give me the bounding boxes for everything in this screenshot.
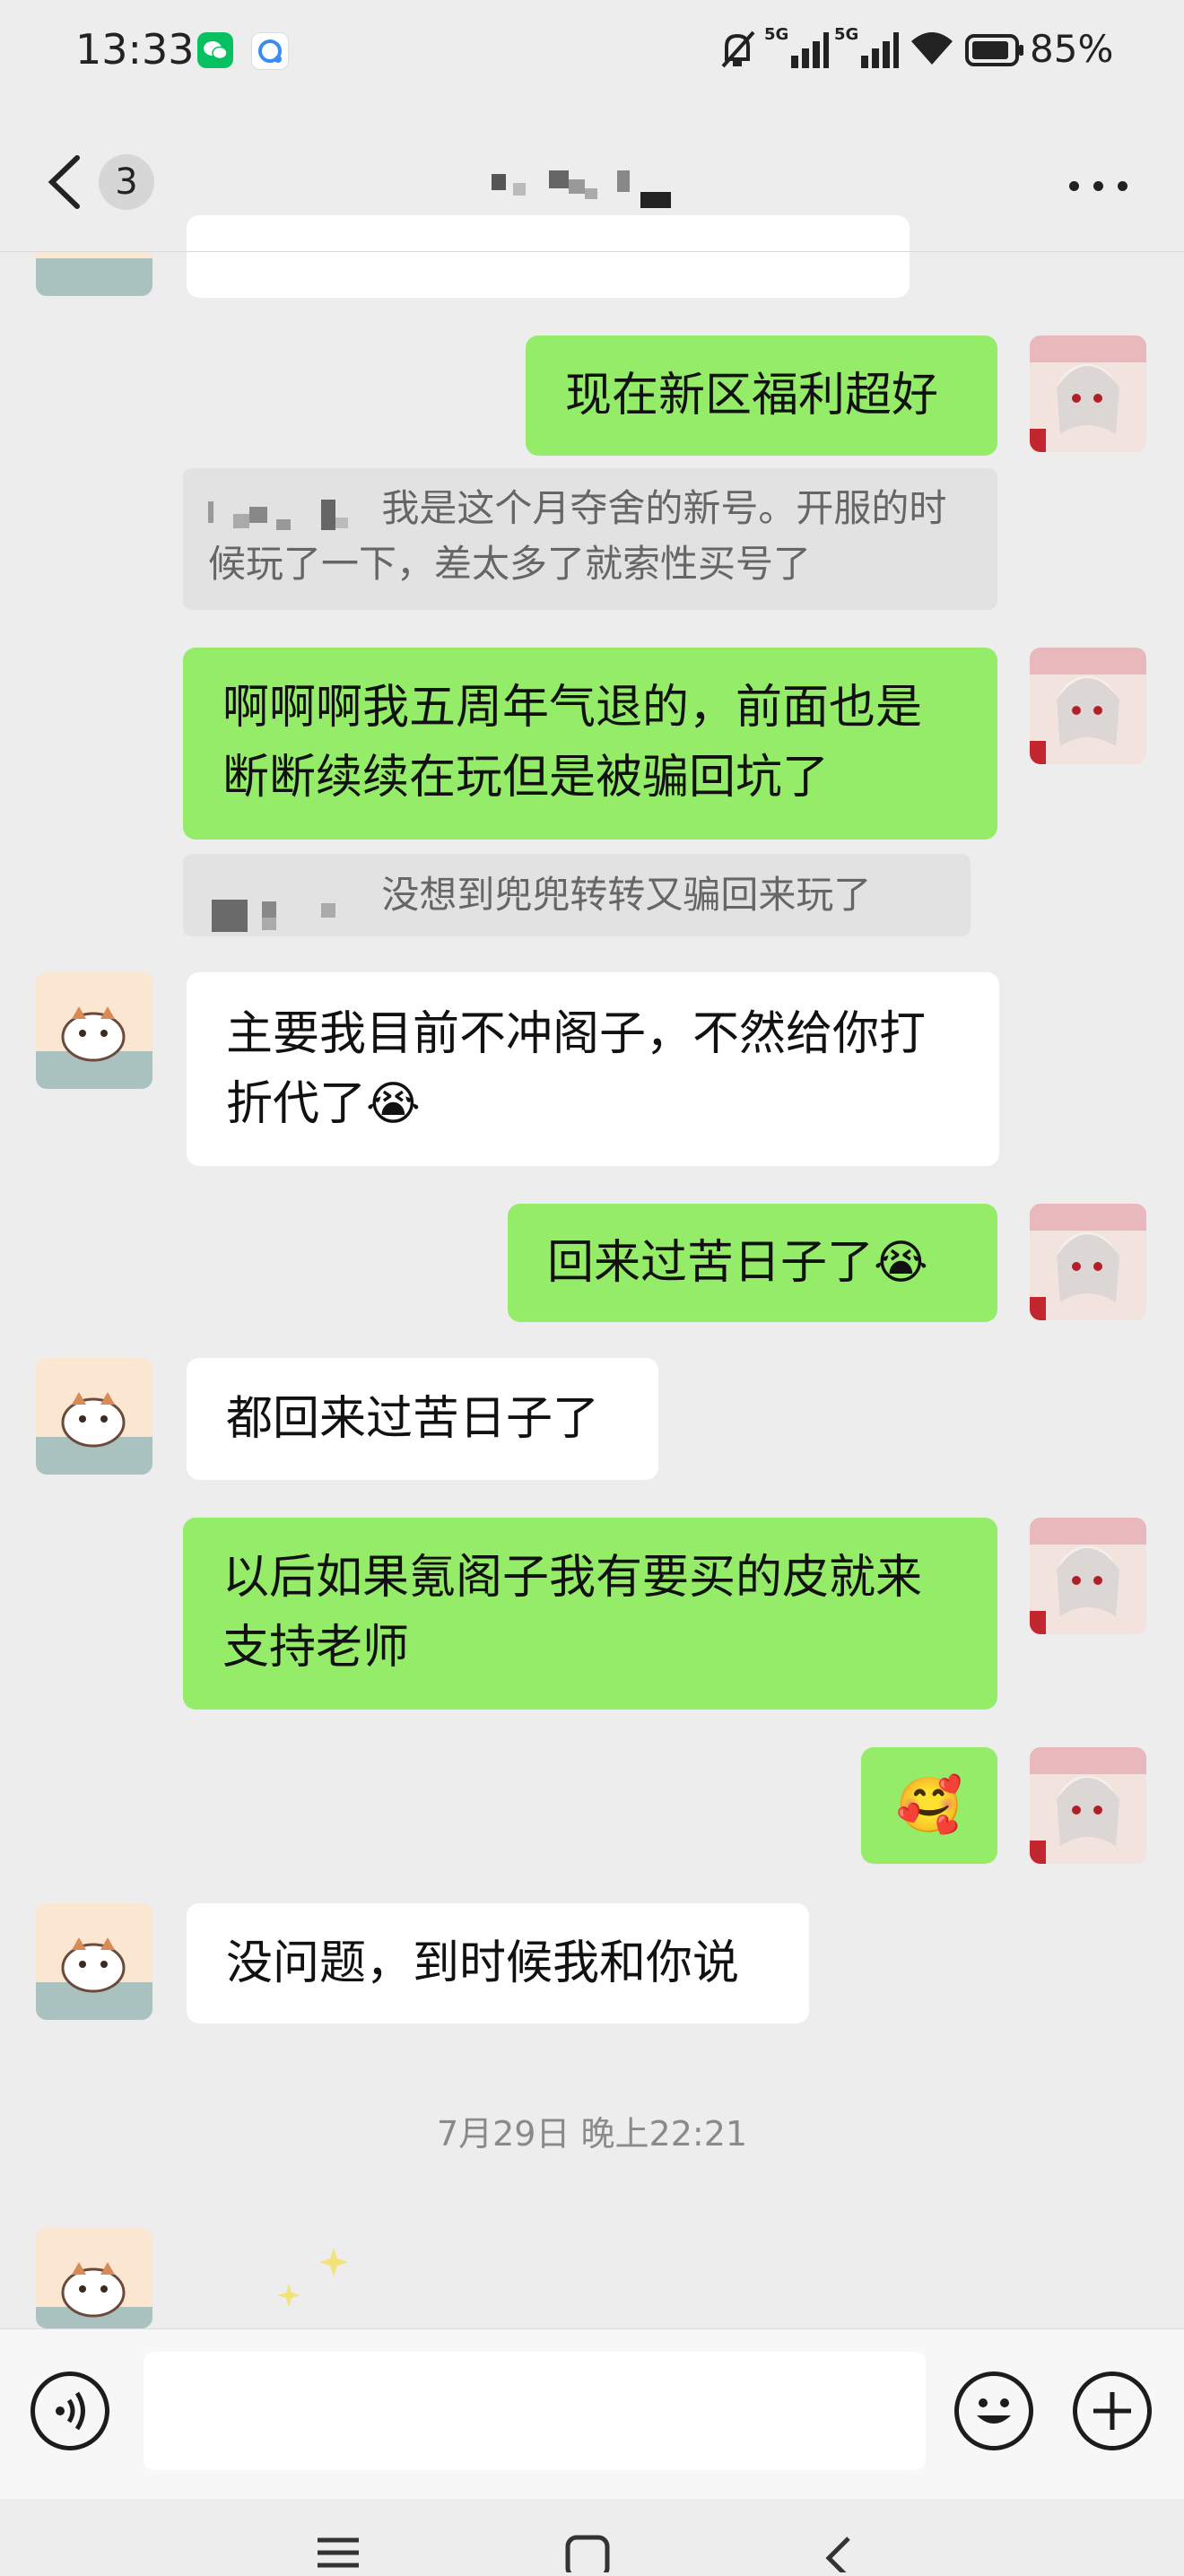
message-input[interactable] [144, 2352, 926, 2470]
smiley-icon [977, 2398, 1011, 2424]
crying-emoji: 😭 [874, 1236, 928, 1290]
signal-icon-sim1: 5G [764, 25, 829, 75]
my-avatar[interactable] [1030, 648, 1146, 764]
system-back-button[interactable] [822, 2535, 858, 2576]
network-label-1: 5G [764, 25, 788, 44]
my-avatar[interactable] [1030, 1518, 1146, 1634]
message-timestamp: 7月29日 晚上22:21 [436, 2114, 748, 2154]
quote-sender-redacted [208, 880, 370, 932]
home-button[interactable] [565, 2535, 610, 2576]
cut-off-message-bubble[interactable] [187, 215, 910, 298]
sticker-sparkle-icon[interactable] [269, 2232, 368, 2332]
quote-sender-redacted [208, 493, 370, 530]
battery-percentage: 85% [1030, 27, 1114, 71]
voice-input-button[interactable] [30, 2371, 109, 2450]
my-message-bubble[interactable]: 以后如果氪阁子我有要买的皮就来支持老师 [183, 1518, 997, 1710]
contact-message-bubble[interactable]: 都回来过苦日子了 [187, 1358, 658, 1480]
message-text: 主要我目前不冲阁子，不然给你打折代了 [226, 1007, 927, 1131]
add-attachment-button[interactable] [1073, 2371, 1152, 2450]
my-avatar[interactable] [1030, 1747, 1146, 1864]
emoji-button[interactable] [954, 2371, 1033, 2450]
contact-avatar[interactable] [36, 1903, 152, 2020]
contact-avatar[interactable] [36, 972, 152, 1089]
contact-avatar[interactable] [36, 1358, 152, 1475]
my-message-bubble[interactable]: 现在新区福利超好 [526, 335, 997, 456]
title-bar-divider [0, 251, 1184, 252]
my-emoji-message[interactable]: 🥰 [861, 1747, 997, 1864]
quote-text: 没想到兜兜转转又骗回来玩了 [381, 873, 872, 917]
recent-apps-button[interactable] [316, 2537, 361, 2576]
quoted-message[interactable]: 没想到兜兜转转又骗回来玩了 [183, 854, 971, 936]
more-options-button[interactable] [1067, 176, 1130, 197]
back-button[interactable] [43, 152, 88, 215]
network-label-2: 5G [834, 25, 858, 44]
my-message-bubble[interactable]: 啊啊啊我五周年气退的，前面也是断断续续在玩但是被骗回坑了 [183, 648, 997, 840]
contact-message-bubble[interactable]: 主要我目前不冲阁子，不然给你打折代了😭 [187, 972, 999, 1166]
message-text: 回来过苦日子了 [547, 1236, 875, 1290]
wechat-app-icon [197, 32, 233, 68]
my-avatar[interactable] [1030, 335, 1146, 452]
my-avatar[interactable] [1030, 1204, 1146, 1320]
voice-icon [56, 2391, 85, 2431]
my-message-bubble[interactable]: 回来过苦日子了😭 [508, 1204, 997, 1322]
crying-emoji: 😭 [366, 1077, 421, 1131]
contact-message-bubble[interactable]: 没问题，到时候我和你说 [187, 1903, 809, 2023]
notification-app-icon [251, 32, 289, 70]
battery-icon [965, 34, 1024, 70]
mute-icon [718, 29, 757, 74]
signal-icon-sim2: 5G [834, 25, 899, 75]
menu-icon [318, 2537, 359, 2568]
home-square-icon [565, 2535, 610, 2576]
unread-count-badge[interactable]: 3 [99, 154, 154, 210]
chat-title-redacted [492, 167, 689, 212]
plus-icon [1093, 2392, 1131, 2430]
status-time: 13:33 [75, 25, 195, 74]
contact-avatar[interactable] [36, 2228, 152, 2328]
wifi-icon [908, 29, 956, 72]
back-triangle-icon [825, 2537, 850, 2576]
quoted-message[interactable]: 我是这个月夺舍的新号。开服的时候玩了一下，差太多了就索性买号了 [183, 468, 997, 610]
